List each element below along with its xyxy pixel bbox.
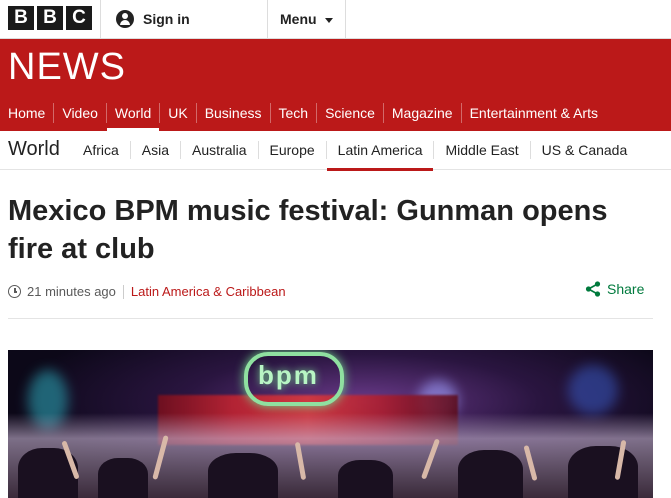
nav-item-world[interactable]: World [105,103,160,132]
article-category-link[interactable]: Latin America & Caribbean [131,284,286,299]
crowd-figure [568,446,638,498]
article-timestamp: 21 minutes ago [27,284,116,299]
article-hero-image: bpm [8,350,653,498]
article-meta: 21 minutes ago Latin America & Caribbean [8,284,286,299]
menu-label: Menu [280,11,317,27]
subnav-item-australia[interactable]: Australia [180,141,257,159]
clock-icon [8,285,21,298]
chevron-down-icon [324,17,333,23]
crowd-figure [98,458,148,498]
divider [100,0,101,38]
subnav-item-europe[interactable]: Europe [257,141,326,159]
top-bar: B B C Sign in Menu [0,0,671,39]
signin-label: Sign in [143,11,190,27]
bpm-logo-text: bpm [258,360,319,390]
nav-item-home[interactable]: Home [0,103,53,123]
nav-item-tech[interactable]: Tech [269,103,317,123]
share-label: Share [607,281,645,297]
section-title[interactable]: World [8,138,60,161]
share-icon [585,281,601,297]
bbc-logo-letter: C [66,6,92,30]
light-glow [568,365,618,415]
subnav-item-latin-america[interactable]: Latin America [325,141,434,171]
crowd-figure [338,460,393,498]
nav-item-science[interactable]: Science [316,103,383,123]
signin-button[interactable]: Sign in [116,0,190,38]
crowd-figure [208,453,278,498]
article-headline: Mexico BPM music festival: Gunman opens … [8,195,608,265]
divider [8,318,653,319]
news-logo[interactable]: NEWS [8,47,126,87]
crowd-figure [458,450,523,498]
menu-button[interactable]: Menu [280,0,333,38]
subnav-item-asia[interactable]: Asia [129,141,180,159]
user-icon [116,10,134,28]
nav-item-entertainment-arts[interactable]: Entertainment & Arts [460,103,606,123]
nav-item-uk[interactable]: UK [159,103,195,123]
nav-item-magazine[interactable]: Magazine [382,103,461,123]
primary-nav: Home Video World UK Business Tech Scienc… [0,95,671,132]
nav-item-video[interactable]: Video [53,103,106,123]
subnav-item-middle-east[interactable]: Middle East [433,141,529,159]
nav-item-business[interactable]: Business [195,103,270,123]
subnav-item-us-canada[interactable]: US & Canada [529,141,639,159]
divider [345,0,346,38]
news-banner: NEWS [0,39,671,95]
subnav-item-africa[interactable]: Africa [72,141,130,159]
divider [267,0,268,38]
bbc-logo-letter: B [8,6,34,30]
bbc-logo[interactable]: B B C [8,6,92,30]
share-button[interactable]: Share [585,281,644,297]
section-nav: World Africa Asia Australia Europe Latin… [0,131,671,171]
bbc-logo-letter: B [37,6,63,30]
meta-divider [122,284,124,299]
